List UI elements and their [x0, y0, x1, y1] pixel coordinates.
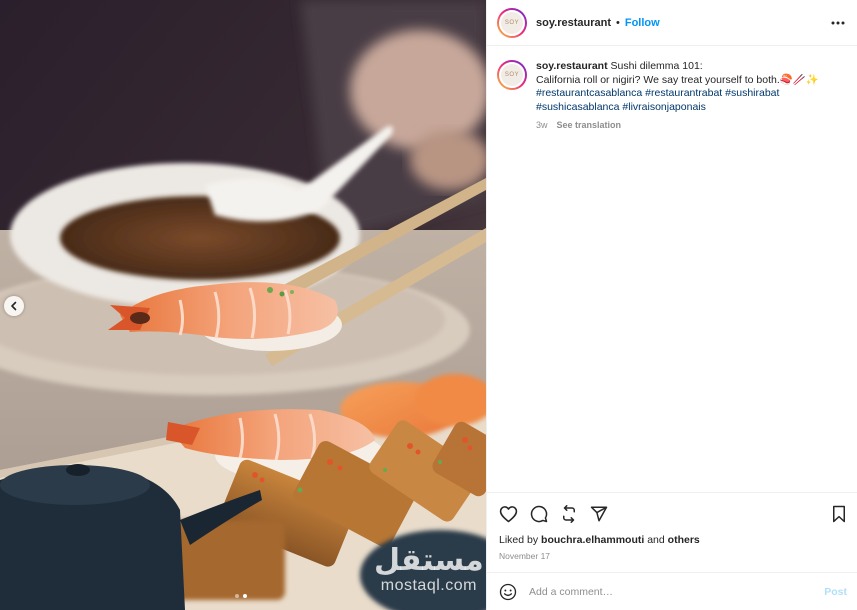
add-comment-bar: Post — [487, 572, 857, 610]
liked-and: and — [647, 534, 665, 546]
carousel-indicator — [235, 594, 247, 598]
hashtag-link[interactable]: #sushirabat — [725, 87, 779, 99]
more-options-button[interactable] — [831, 21, 845, 25]
post-header: SOY soy.restaurant • Follow — [487, 0, 857, 46]
caption-hashtags: #restaurantcasablanca #restaurantrabat #… — [536, 87, 819, 114]
watermark-arabic: مستقل — [374, 543, 484, 578]
actions-area: Liked by bouchra.elhammouti and others N… — [487, 492, 857, 572]
share-icon — [590, 506, 608, 522]
comments-section: SOY soy.restaurant Sushi dilemma 101: Ca… — [487, 46, 857, 492]
post-date[interactable]: November 17 — [499, 551, 847, 561]
more-options-icon — [831, 21, 845, 24]
hashtag-link[interactable]: #restaurantcasablanca — [536, 87, 642, 99]
hashtag-link[interactable]: #sushicasablanca — [536, 101, 619, 113]
bookmark-icon — [833, 505, 845, 523]
repost-icon — [563, 505, 575, 523]
comment-input[interactable] — [529, 585, 825, 598]
watermark: مستقل mostaql.com — [374, 546, 484, 594]
caption-avatar[interactable]: SOY — [497, 60, 527, 90]
hashtag-link[interactable]: #livraisonjaponais — [622, 101, 705, 113]
caption: SOY soy.restaurant Sushi dilemma 101: Ca… — [497, 60, 845, 133]
likes-summary: Liked by bouchra.elhammouti and others — [499, 534, 847, 546]
watermark-latin: mostaql.com — [380, 577, 477, 594]
emoji-button[interactable] — [499, 583, 517, 601]
comment-button[interactable] — [530, 505, 548, 523]
caption-username[interactable]: soy.restaurant — [536, 60, 608, 72]
header-separator: • — [616, 16, 620, 29]
avatar[interactable]: SOY — [497, 7, 527, 38]
hashtag-link[interactable]: #restaurantrabat — [645, 87, 722, 99]
heart-icon — [499, 506, 518, 523]
post-panel: SOY soy.restaurant • Follow SOY soy.rest… — [486, 0, 857, 610]
save-button[interactable] — [831, 505, 847, 523]
share-button[interactable] — [590, 505, 608, 523]
caption-text: Sushi dilemma 101: — [610, 60, 703, 72]
action-bar — [499, 503, 847, 525]
caption-timestamp[interactable]: 3w — [536, 119, 548, 133]
chevron-left-icon — [11, 301, 17, 311]
comment-icon — [530, 505, 548, 523]
post-media[interactable]: مستقل mostaql.com — [0, 0, 486, 610]
post-modal: مستقل mostaql.com SOY soy.restaurant • F… — [0, 0, 857, 610]
follow-button[interactable]: Follow — [625, 17, 660, 29]
like-button[interactable] — [499, 505, 518, 523]
liked-others[interactable]: others — [668, 534, 700, 546]
repost-button[interactable] — [560, 505, 578, 523]
carousel-dot-active — [243, 594, 247, 598]
avatar-logo: SOY — [499, 9, 525, 36]
see-translation-button[interactable]: See translation — [557, 119, 622, 133]
liked-prefix: Liked by — [499, 534, 539, 546]
caption-line2: California roll or nigiri? We say treat … — [536, 73, 819, 86]
carousel-prev-button[interactable] — [4, 296, 24, 316]
sushi-photo — [0, 0, 486, 610]
caption-avatar-logo: SOY — [499, 62, 525, 88]
header-username[interactable]: soy.restaurant — [536, 17, 611, 29]
carousel-dot — [235, 594, 239, 598]
liked-user[interactable]: bouchra.elhammouti — [541, 534, 644, 546]
emoji-icon — [499, 583, 517, 600]
post-comment-button[interactable]: Post — [824, 586, 847, 598]
